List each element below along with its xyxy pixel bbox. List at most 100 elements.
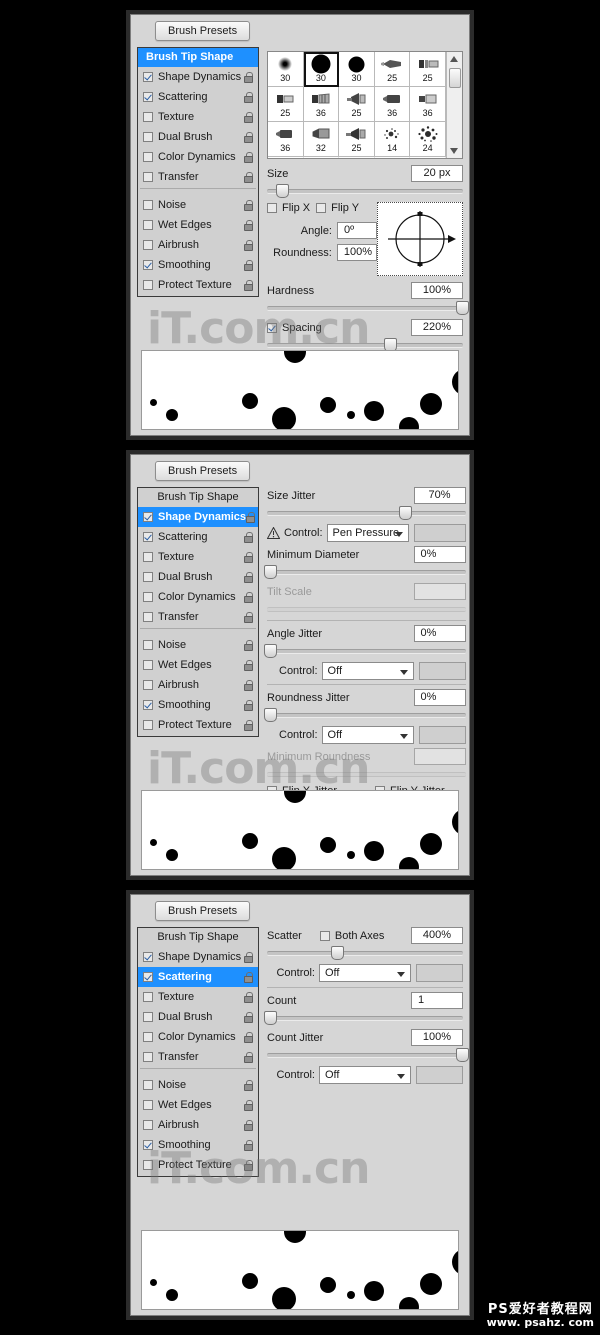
slider-thumb[interactable] [263, 1011, 277, 1025]
airbrush-checkbox[interactable] [143, 680, 153, 690]
size-slider[interactable] [267, 184, 463, 198]
sidebar-item-dual-brush[interactable]: Dual Brush [138, 567, 258, 587]
wet-edges-checkbox[interactable] [143, 660, 153, 670]
sidebar-item-transfer[interactable]: Transfer [138, 167, 258, 187]
sidebar-item-transfer[interactable]: Transfer [138, 1047, 258, 1067]
spacing-value[interactable]: 220% [411, 319, 463, 336]
lock-icon[interactable] [246, 511, 257, 523]
count-slider[interactable] [263, 1011, 463, 1025]
brush-cell[interactable]: 30 [268, 52, 304, 87]
brush-cell-partial[interactable] [410, 157, 446, 158]
lock-icon[interactable] [244, 151, 255, 163]
sidebar-item-scattering[interactable]: Scattering [138, 527, 258, 547]
protect-texture-checkbox[interactable] [143, 1160, 153, 1170]
lock-icon[interactable] [244, 591, 255, 603]
sidebar-item-airbrush[interactable]: Airbrush [138, 235, 258, 255]
brush-preset-grid[interactable]: 30 30 30 25 25 25 36 25 36 36 36 32 25 1… [267, 51, 463, 159]
brush-cell-selected[interactable]: 30 [303, 52, 340, 87]
lock-icon[interactable] [244, 551, 255, 563]
texture-checkbox[interactable] [143, 992, 153, 1002]
count-jitter-value[interactable]: 100% [411, 1029, 463, 1046]
dual-brush-checkbox[interactable] [143, 132, 153, 142]
slider-thumb[interactable] [456, 1048, 469, 1062]
lock-icon[interactable] [244, 531, 255, 543]
sidebar-item-texture[interactable]: Texture [138, 107, 258, 127]
sidebar-item-wet-edges[interactable]: Wet Edges [138, 655, 258, 675]
smoothing-checkbox[interactable] [143, 700, 153, 710]
lock-icon[interactable] [244, 1031, 255, 1043]
scroll-down-arrow-icon[interactable] [450, 148, 458, 154]
lock-icon[interactable] [244, 719, 255, 731]
brush-cell[interactable]: 14 [374, 122, 411, 157]
protect-texture-checkbox[interactable] [143, 280, 153, 290]
dual-brush-checkbox[interactable] [143, 572, 153, 582]
noise-checkbox[interactable] [143, 1080, 153, 1090]
color-dynamics-checkbox[interactable] [143, 592, 153, 602]
count-value[interactable]: 1 [411, 992, 463, 1009]
lock-icon[interactable] [244, 111, 255, 123]
brush-cell[interactable]: 36 [374, 87, 411, 122]
sidebar-item-wet-edges[interactable]: Wet Edges [138, 215, 258, 235]
lock-icon[interactable] [244, 131, 255, 143]
protect-texture-checkbox[interactable] [143, 720, 153, 730]
smoothing-checkbox[interactable] [143, 1140, 153, 1150]
noise-checkbox[interactable] [143, 640, 153, 650]
brush-cell[interactable]: 24 [410, 122, 446, 157]
brush-presets-button[interactable]: Brush Presets [155, 901, 251, 921]
flip-x-checkbox[interactable] [267, 203, 277, 213]
scattering-checkbox[interactable] [143, 532, 153, 542]
sidebar-item-scattering[interactable]: Scattering [138, 87, 258, 107]
size-jitter-value[interactable]: 70% [413, 487, 466, 504]
lock-icon[interactable] [244, 659, 255, 671]
brush-presets-button[interactable]: Brush Presets [155, 21, 251, 41]
control-dropdown[interactable]: Off [319, 1066, 411, 1084]
lock-icon[interactable] [244, 1139, 255, 1151]
spacing-slider[interactable] [267, 338, 463, 352]
angle-jitter-slider[interactable] [263, 644, 466, 658]
lock-icon[interactable] [244, 1079, 255, 1091]
scroll-up-arrow-icon[interactable] [450, 56, 458, 62]
shape-dynamics-checkbox[interactable] [143, 72, 153, 82]
brush-cell-partial[interactable] [304, 157, 340, 158]
control-dropdown[interactable]: Off [319, 964, 411, 982]
slider-thumb[interactable] [275, 184, 289, 198]
sidebar-item-dual-brush[interactable]: Dual Brush [138, 1007, 258, 1027]
sidebar-item-brush-tip-shape[interactable]: Brush Tip Shape [138, 488, 258, 507]
lock-icon[interactable] [244, 951, 255, 963]
slider-thumb[interactable] [456, 301, 469, 315]
lock-icon[interactable] [244, 1099, 255, 1111]
sidebar-item-wet-edges[interactable]: Wet Edges [138, 1095, 258, 1115]
lock-icon[interactable] [244, 259, 255, 271]
brush-presets-button[interactable]: Brush Presets [155, 461, 251, 481]
lock-icon[interactable] [244, 239, 255, 251]
sidebar-item-texture[interactable]: Texture [138, 547, 258, 567]
angle-jitter-value[interactable]: 0% [413, 625, 466, 642]
brush-cell[interactable]: 30 [339, 52, 375, 87]
roundness-jitter-slider[interactable] [263, 708, 466, 722]
slider-thumb[interactable] [263, 565, 277, 579]
color-dynamics-checkbox[interactable] [143, 152, 153, 162]
sidebar-item-airbrush[interactable]: Airbrush [138, 675, 258, 695]
airbrush-checkbox[interactable] [143, 240, 153, 250]
noise-checkbox[interactable] [143, 200, 153, 210]
size-value[interactable]: 20 px [411, 165, 463, 182]
lock-icon[interactable] [244, 1119, 255, 1131]
brush-grid-scrollbar[interactable] [446, 52, 462, 158]
brush-cell[interactable]: 36 [268, 122, 304, 157]
lock-icon[interactable] [244, 971, 255, 983]
wet-edges-checkbox[interactable] [143, 220, 153, 230]
brush-cell[interactable]: 25 [410, 52, 446, 87]
minimum-diameter-slider[interactable] [263, 565, 466, 579]
texture-checkbox[interactable] [143, 112, 153, 122]
sidebar-item-brush-tip-shape[interactable]: Brush Tip Shape [138, 48, 258, 67]
sidebar-item-color-dynamics[interactable]: Color Dynamics [138, 587, 258, 607]
sidebar-item-shape-dynamics[interactable]: Shape Dynamics [138, 67, 258, 87]
scrollbar-thumb[interactable] [449, 68, 461, 88]
size-jitter-slider[interactable] [267, 506, 466, 520]
scatter-slider[interactable] [267, 946, 463, 960]
lock-icon[interactable] [244, 279, 255, 291]
shape-dynamics-checkbox[interactable] [143, 512, 153, 522]
shape-dynamics-checkbox[interactable] [143, 952, 153, 962]
sidebar-item-dual-brush[interactable]: Dual Brush [138, 127, 258, 147]
both-axes-checkbox[interactable] [319, 930, 330, 941]
